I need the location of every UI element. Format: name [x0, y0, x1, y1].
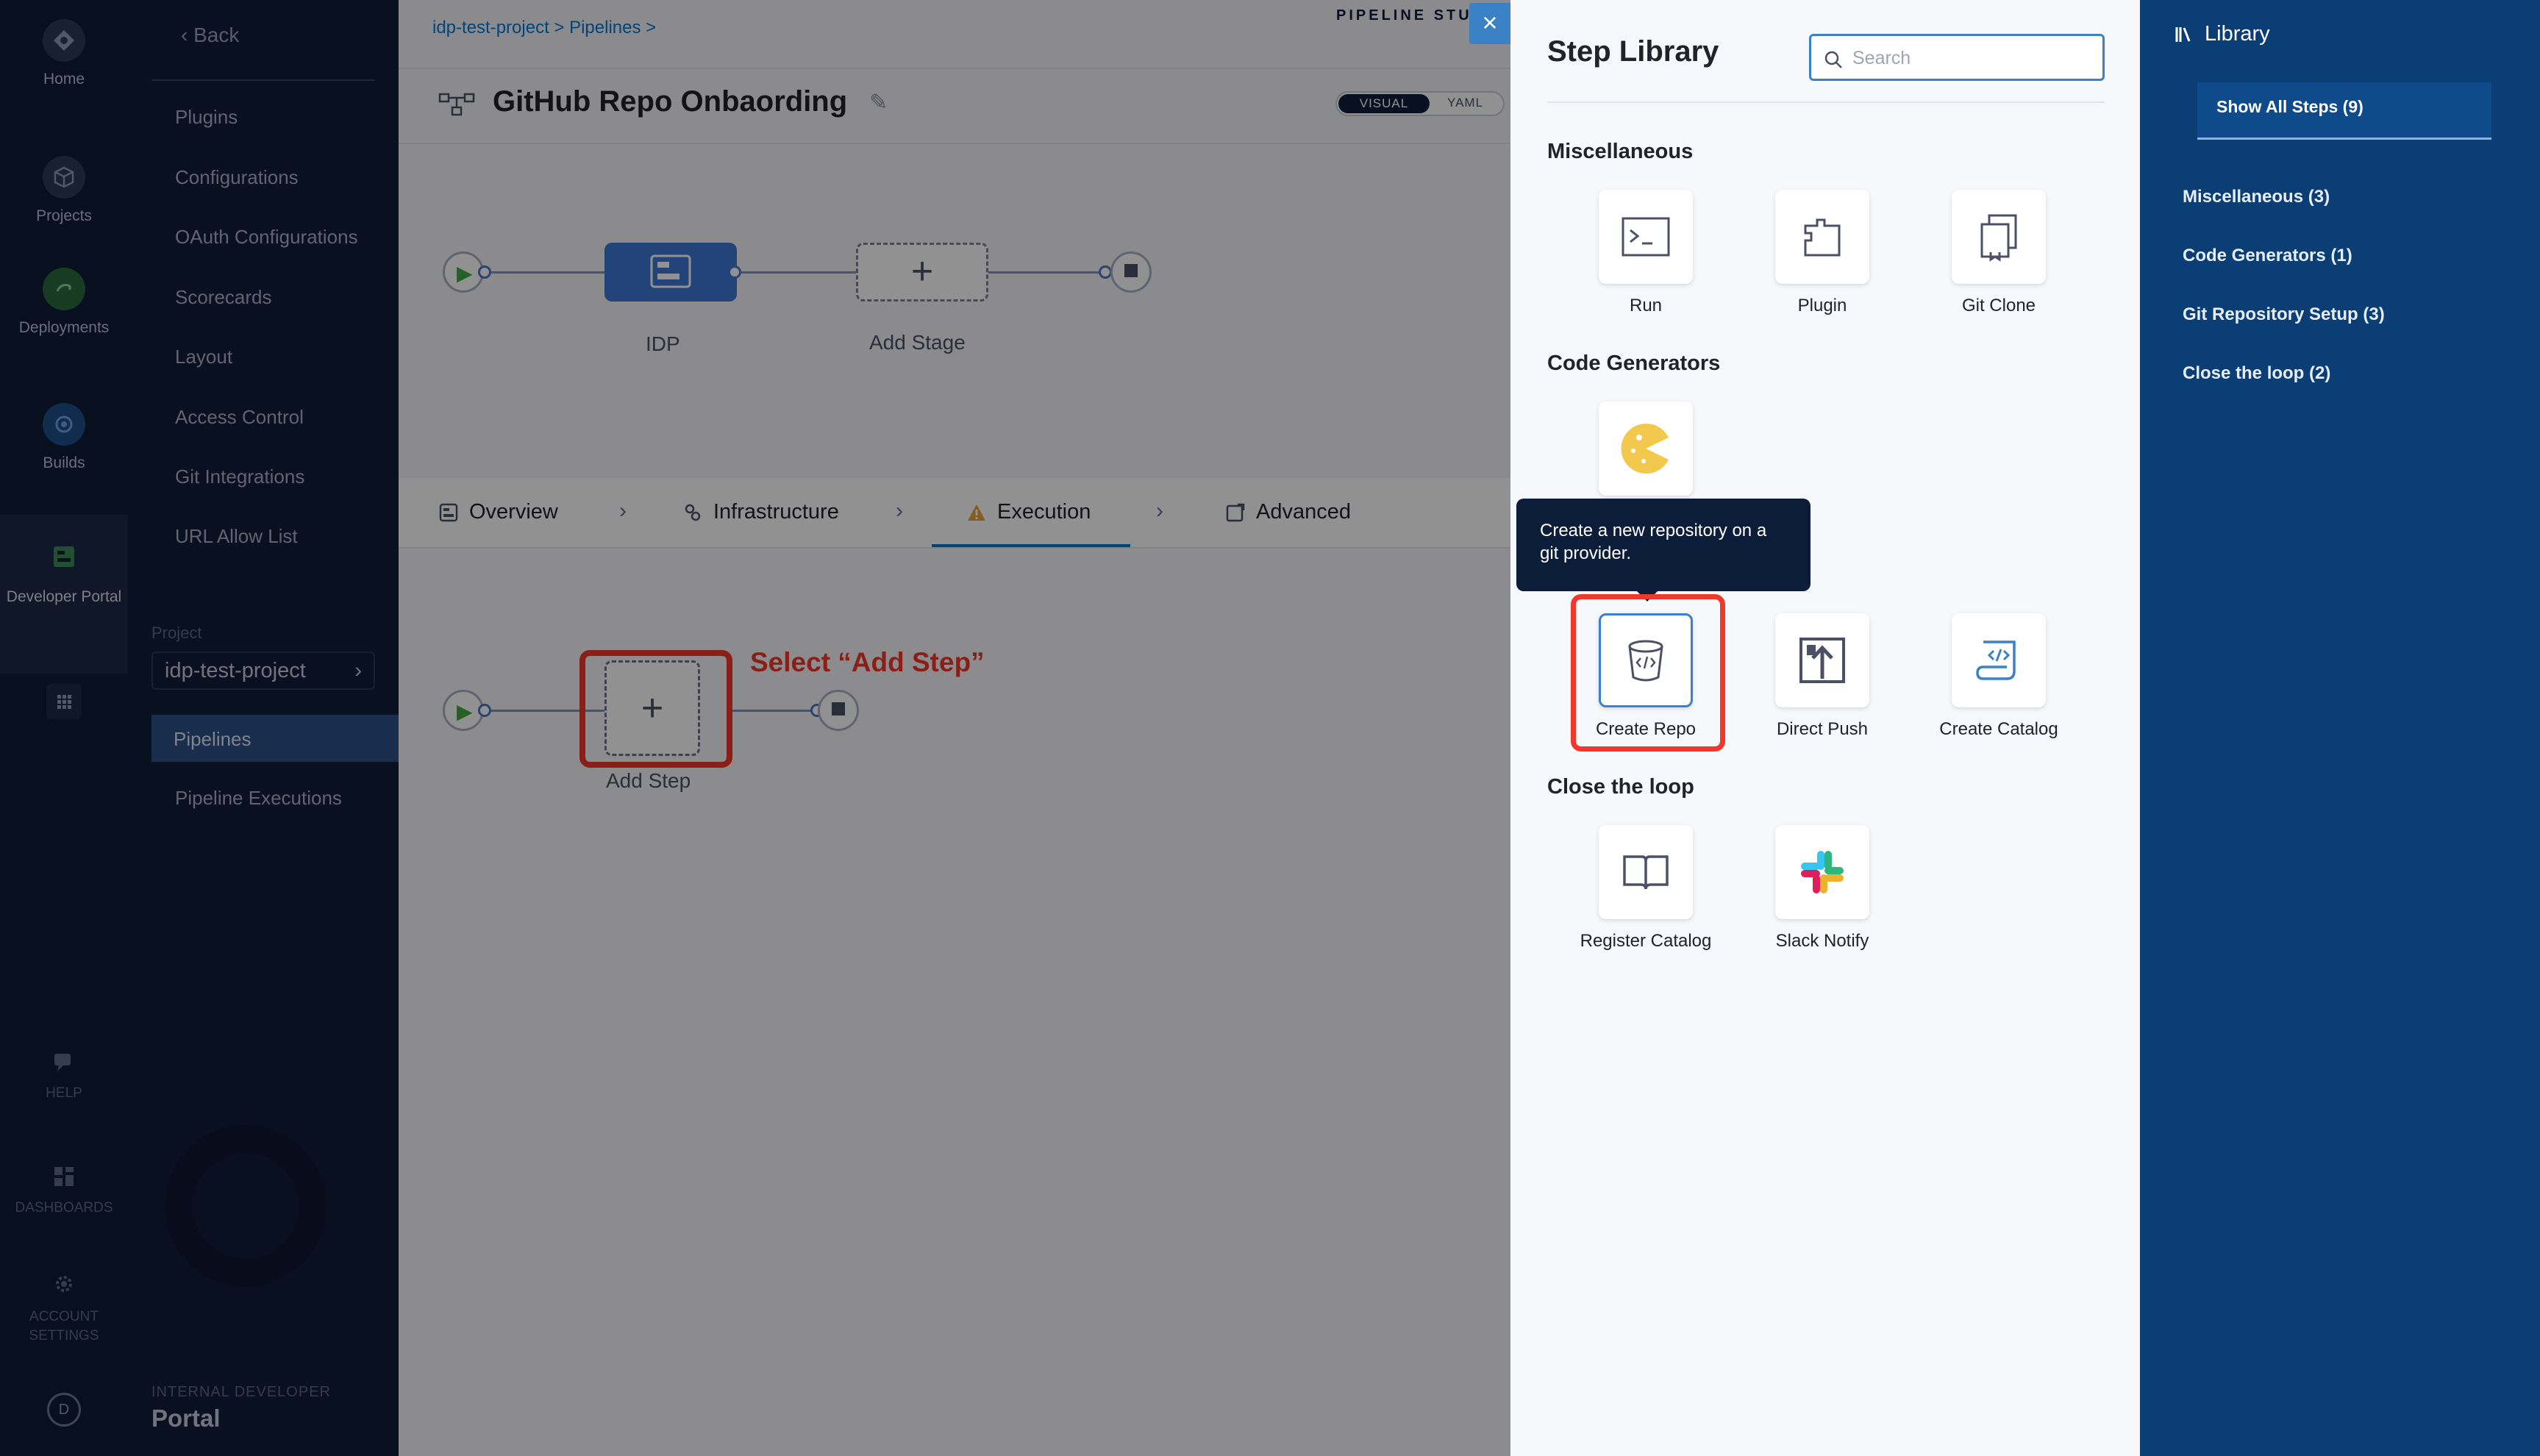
register-catalog-icon — [1623, 855, 1669, 890]
create-repo-tooltip: Create a new repository on a git provide… — [1516, 499, 1811, 602]
show-all-steps[interactable]: Show All Steps (9) — [2197, 82, 2491, 140]
search-input[interactable] — [1852, 43, 2095, 73]
category-code-generators: Code Generators — [1547, 351, 1721, 375]
step-label: Register Catalog — [1580, 931, 1712, 951]
step-register-catalog[interactable]: Register Catalog — [1572, 825, 1719, 952]
plugin-icon — [1804, 218, 1841, 257]
step-slack-notify[interactable]: Slack Notify — [1749, 825, 1896, 952]
direct-push-icon — [1799, 638, 1845, 683]
step-label: Slack Notify — [1775, 931, 1869, 951]
library-item-git-repository-setup[interactable]: Git Repository Setup (3) — [2183, 304, 2385, 325]
step-direct-push[interactable]: Direct Push — [1749, 613, 1896, 740]
create-repo-highlight — [1571, 594, 1725, 752]
step-plugin[interactable]: Plugin — [1749, 190, 1896, 316]
close-drawer-button[interactable]: × — [1469, 3, 1510, 44]
category-miscellaneous: Miscellaneous — [1547, 140, 1694, 163]
step-search[interactable] — [1809, 34, 2105, 81]
library-title-text: Library — [2205, 22, 2270, 46]
create-catalog-icon — [1976, 640, 2016, 680]
step-library-drawer: Step Library Miscellaneous Run Plugin Gi… — [1510, 0, 2140, 1456]
step-run[interactable]: Run — [1572, 190, 1719, 316]
cookiecutter-icon — [1621, 424, 1669, 474]
category-close-the-loop: Close the loop — [1547, 775, 1694, 799]
library-item-close-the-loop[interactable]: Close the loop (2) — [2183, 363, 2330, 384]
step-label: Create Catalog — [1939, 719, 2058, 739]
step-cookiecutter[interactable] — [1572, 402, 1719, 496]
close-icon: × — [1482, 7, 1498, 38]
library-icon — [2175, 26, 2191, 42]
step-create-catalog[interactable]: Create Catalog — [1925, 613, 2072, 740]
divider — [1547, 101, 2105, 103]
step-label: Plugin — [1797, 296, 1847, 315]
step-library-title: Step Library — [1547, 35, 1719, 68]
step-git-clone[interactable]: Git Clone — [1925, 190, 2072, 316]
search-icon — [1824, 51, 1842, 68]
modal-backdrop[interactable] — [0, 0, 1510, 1456]
git-clone-icon — [1980, 214, 2017, 262]
library-panel: Library Show All Steps (9) Miscellaneous… — [2140, 0, 2540, 1456]
step-label: Direct Push — [1776, 719, 1869, 739]
slack-icon — [1801, 851, 1844, 893]
library-item-code-generators[interactable]: Code Generators (1) — [2183, 246, 2352, 266]
library-title: Library — [2174, 22, 2270, 46]
step-label: Run — [1629, 296, 1663, 315]
terminal-icon — [1622, 217, 1670, 257]
step-label: Git Clone — [1961, 296, 2036, 315]
library-item-miscellaneous[interactable]: Miscellaneous (3) — [2183, 187, 2330, 207]
